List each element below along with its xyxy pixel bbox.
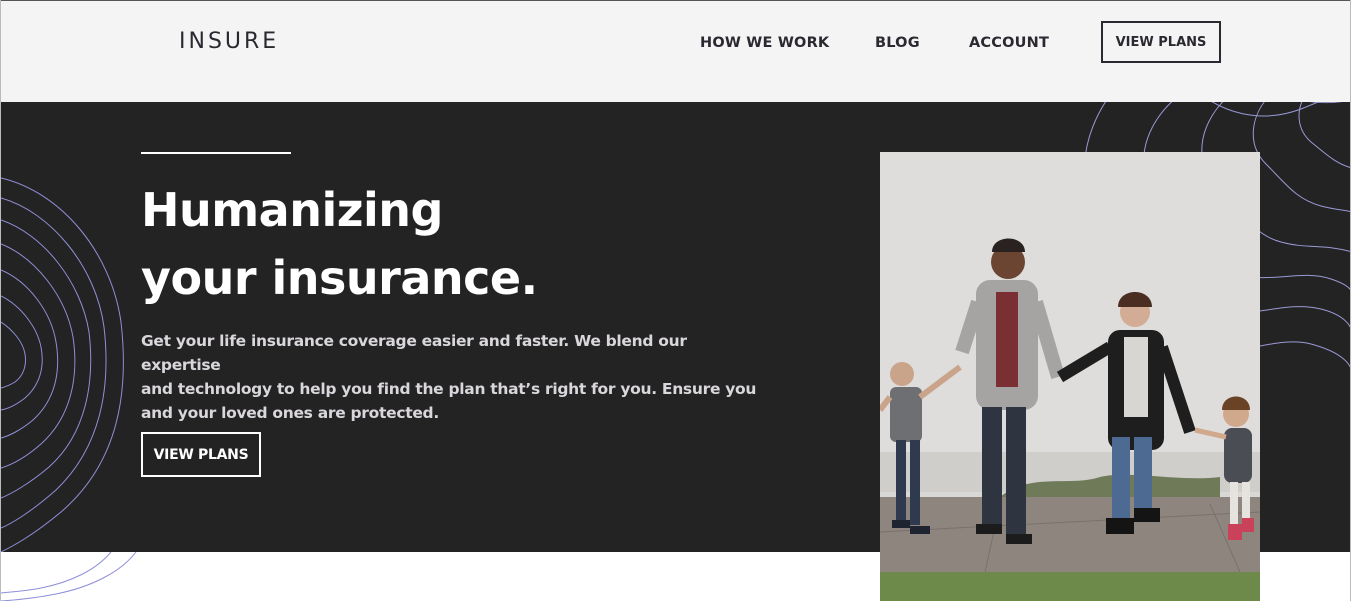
hero-view-plans-button[interactable]: VIEW PLANS bbox=[141, 432, 261, 477]
hero-description-line-3: and your loved ones are protected. bbox=[141, 404, 439, 422]
logo[interactable]: INSURE bbox=[179, 29, 279, 54]
nav-link-how-we-work[interactable]: HOW WE WORK bbox=[700, 35, 829, 51]
hero-title-line-2: your insurance. bbox=[141, 251, 538, 305]
site-header: INSURE HOW WE WORK BLOG ACCOUNT VIEW PLA… bbox=[1, 0, 1350, 102]
nav-link-account[interactable]: ACCOUNT bbox=[969, 35, 1049, 51]
family-photo bbox=[880, 152, 1260, 601]
hero-description-line-2: and technology to help you find the plan… bbox=[141, 380, 757, 398]
topographic-pattern-left bbox=[1, 177, 124, 552]
header-view-plans-button[interactable]: VIEW PLANS bbox=[1101, 21, 1221, 63]
hero-divider-line bbox=[141, 152, 291, 154]
hero-title: Humanizing your insurance. bbox=[141, 176, 538, 312]
page: INSURE HOW WE WORK BLOG ACCOUNT VIEW PLA… bbox=[0, 0, 1351, 601]
hero-description-line-1: Get your life insurance coverage easier … bbox=[141, 332, 687, 374]
topographic-pattern-bottom bbox=[1, 552, 137, 601]
hero-title-line-1: Humanizing bbox=[141, 183, 443, 237]
nav-link-blog[interactable]: BLOG bbox=[875, 35, 920, 51]
hero-description: Get your life insurance coverage easier … bbox=[141, 329, 761, 425]
